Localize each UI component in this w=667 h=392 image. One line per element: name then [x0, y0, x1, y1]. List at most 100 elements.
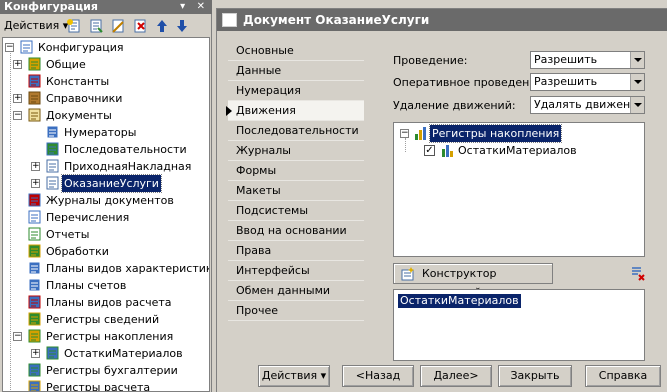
- close-button[interactable]: Закрыть: [498, 365, 572, 387]
- tree-item-label: Константы: [46, 75, 110, 88]
- configuration-tree: − Конфигурация + Общие Константы + Справочники…: [2, 37, 210, 392]
- document-icon: [46, 176, 59, 190]
- realtime-posting-value: Разрешить: [534, 75, 598, 88]
- tab-item[interactable]: Последовательности: [228, 121, 364, 141]
- move-down-icon[interactable]: [174, 18, 190, 34]
- sequence-icon: [46, 142, 59, 156]
- posting-label: Проведение:: [393, 54, 468, 67]
- char-plans-icon: [28, 261, 41, 275]
- tab-label: Основные: [236, 44, 294, 57]
- posting-select[interactable]: Разрешить: [530, 51, 645, 69]
- document-icon: [222, 13, 237, 27]
- help-button[interactable]: Справка: [585, 365, 661, 387]
- calc-plans-icon: [28, 295, 41, 309]
- next-button[interactable]: Далее>: [420, 365, 492, 387]
- clear-movements-icon[interactable]: [630, 265, 646, 281]
- tree-item-label: Отчеты: [46, 228, 90, 241]
- tab-label: Макеты: [236, 184, 281, 197]
- tree-item-label: Регистры накопления: [46, 330, 174, 343]
- tab-label: Данные: [236, 64, 282, 77]
- expand-icon[interactable]: +: [31, 179, 40, 188]
- tab-item[interactable]: Подсистемы: [228, 201, 364, 221]
- registers-tree-root-label: Регистры накопления: [428, 124, 563, 143]
- tab-label: Прочее: [236, 304, 279, 317]
- chevron-down-icon[interactable]: [630, 97, 644, 113]
- enums-icon: [28, 210, 41, 224]
- tab-label: Ввод на основании: [236, 224, 347, 237]
- tree-item-label: Регистры сведений: [46, 313, 160, 326]
- tab-item[interactable]: Макеты: [228, 181, 364, 201]
- tab-label: Подсистемы: [236, 204, 309, 217]
- tree-item-label: Планы счетов: [46, 279, 127, 292]
- tree-item-label: Справочники: [46, 92, 123, 105]
- movements-constructor-button[interactable]: Конструктор движений: [393, 263, 553, 299]
- expand-icon[interactable]: +: [31, 349, 40, 358]
- move-up-icon[interactable]: [154, 18, 170, 34]
- tab-item[interactable]: Журналы: [228, 141, 364, 161]
- journals-icon: [28, 193, 41, 207]
- collapse-icon[interactable]: −: [5, 43, 14, 52]
- tab-item[interactable]: Формы: [228, 161, 364, 181]
- edit-icon[interactable]: [110, 18, 126, 34]
- wand-icon: [401, 267, 414, 281]
- configuration-panel-title: Конфигурация ▾ ✕: [0, 0, 212, 14]
- document-window: Документ ОказаниеУслуги Основные Данные Ну…: [216, 8, 667, 392]
- tree-item-label: Планы видов характеристик: [46, 262, 210, 275]
- chevron-down-icon[interactable]: [630, 52, 644, 68]
- expand-icon[interactable]: +: [13, 94, 22, 103]
- collapse-icon[interactable]: −: [13, 332, 22, 341]
- realtime-posting-select[interactable]: Разрешить: [530, 73, 645, 91]
- numerator-icon: [46, 125, 59, 139]
- delete-icon[interactable]: [132, 18, 148, 34]
- add-icon[interactable]: [66, 18, 82, 34]
- tree-item-label: Регистры расчета: [46, 381, 151, 392]
- selected-register-value: ОстаткиМатериалов: [398, 294, 521, 308]
- accum-registers-icon: [415, 127, 426, 140]
- back-button[interactable]: <Назад: [342, 365, 414, 387]
- tab-label: Движения: [236, 104, 296, 117]
- add-child-icon[interactable]: [88, 18, 104, 34]
- tab-label: Нумерация: [236, 84, 301, 97]
- tab-item[interactable]: Права: [228, 241, 364, 261]
- tab-item[interactable]: Основные: [228, 41, 364, 61]
- tree-item-label: Перечисления: [46, 211, 130, 224]
- tab-label: Права: [236, 244, 272, 257]
- register-checkbox[interactable]: ✓: [424, 145, 435, 156]
- tree-item-label: Конфигурация: [38, 41, 124, 54]
- tab-label: Формы: [236, 164, 277, 177]
- tab-label: Журналы: [236, 144, 291, 157]
- constants-icon: [28, 74, 41, 88]
- documents-icon: [28, 108, 41, 122]
- collapse-icon[interactable]: −: [13, 111, 22, 120]
- expand-icon[interactable]: +: [13, 60, 22, 69]
- window-title-bar: Документ ОказаниеУслуги: [217, 9, 667, 31]
- footer-actions-button[interactable]: Действия ▾: [258, 365, 330, 387]
- common-icon: [28, 57, 41, 71]
- tree-item-label: Нумераторы: [64, 126, 137, 139]
- expand-icon[interactable]: +: [31, 162, 40, 171]
- tab-item[interactable]: Движения: [226, 101, 364, 121]
- processing-icon: [28, 244, 41, 258]
- tab-item[interactable]: Ввод на основании: [228, 221, 364, 241]
- window-title: Документ ОказаниеУслуги: [243, 13, 430, 27]
- tree-item-label: ОстаткиМатериалов: [64, 347, 183, 360]
- tab-item[interactable]: Прочее: [228, 301, 364, 321]
- tab-item[interactable]: Данные: [228, 61, 364, 81]
- register-icon: [46, 346, 59, 360]
- tree-item-label: ОказаниеУслуги: [61, 174, 162, 193]
- chevron-down-icon[interactable]: [630, 74, 644, 90]
- delete-movements-select[interactable]: Удалять движения а: [530, 96, 645, 114]
- catalogs-icon: [28, 91, 41, 105]
- selected-registers-field[interactable]: ОстаткиМатериалов: [393, 289, 645, 361]
- tab-item[interactable]: Обмен данными: [228, 281, 364, 301]
- tab-list: Основные Данные Нумерация Движения Последова…: [226, 41, 364, 321]
- delete-movements-label: Удаление движений:: [393, 99, 516, 112]
- tab-item[interactable]: Нумерация: [228, 81, 364, 101]
- posting-value: Разрешить: [534, 53, 598, 66]
- panel-title-buttons[interactable]: ▾ ✕: [180, 0, 209, 14]
- calc-registers-icon: [28, 380, 41, 391]
- tab-item[interactable]: Интерфейсы: [228, 261, 364, 281]
- actions-menu-button[interactable]: Действия ▾: [4, 17, 68, 35]
- realtime-posting-label: Оперативное проведение:: [393, 76, 547, 89]
- collapse-icon[interactable]: −: [400, 129, 409, 138]
